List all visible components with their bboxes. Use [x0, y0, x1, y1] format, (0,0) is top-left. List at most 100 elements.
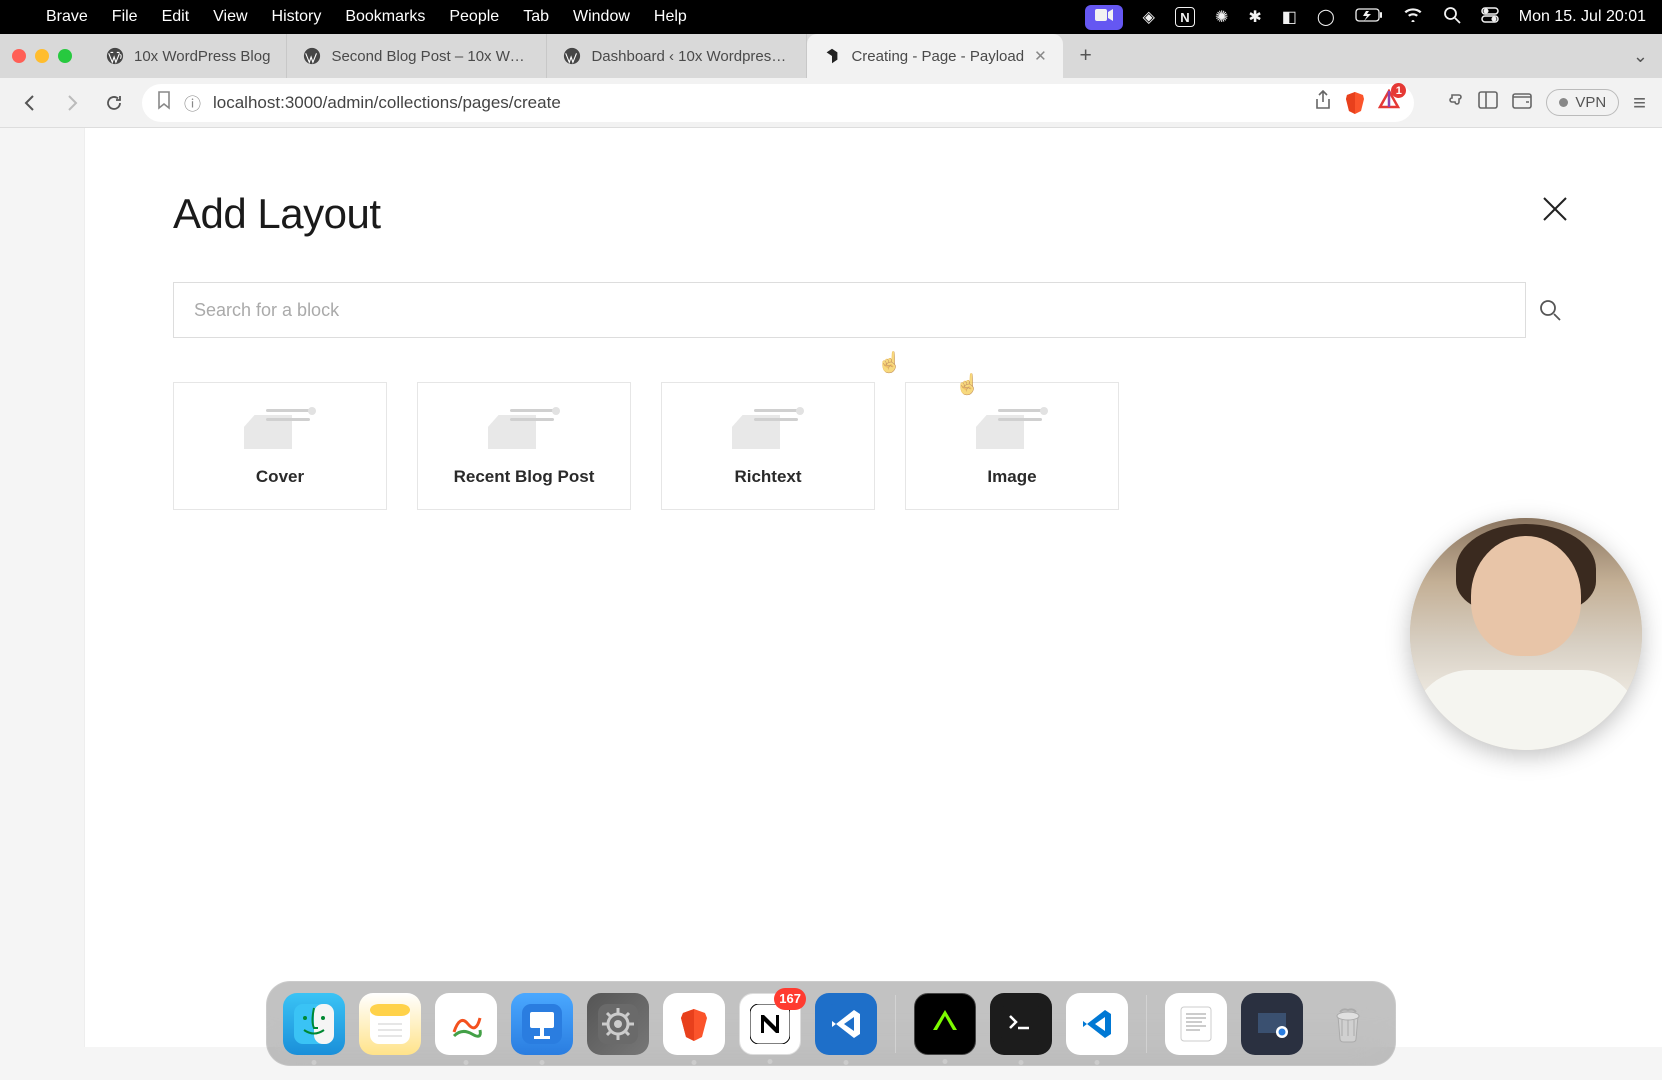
brave-rewards-icon[interactable]: 1 — [1378, 89, 1400, 116]
user-icon[interactable]: ◯ — [1317, 7, 1335, 27]
dock-notion-badge: 167 — [774, 988, 806, 1010]
tab-title: 10x WordPress Blog — [134, 48, 270, 65]
site-info-icon[interactable]: ⓘ — [184, 90, 201, 115]
dock-vscode-insiders[interactable] — [1066, 993, 1128, 1055]
browser-menu-button[interactable]: ≡ — [1633, 90, 1646, 116]
dock-notes[interactable] — [359, 993, 421, 1055]
url-text: localhost:3000/admin/collections/pages/c… — [213, 93, 1302, 113]
tab-close-button[interactable]: ✕ — [1034, 47, 1047, 65]
block-label: Recent Blog Post — [454, 467, 595, 487]
dock-separator — [895, 995, 896, 1053]
block-thumb-icon — [488, 405, 560, 449]
webcam-overlay — [1410, 518, 1642, 750]
panels-icon[interactable]: ◧ — [1282, 7, 1297, 27]
nbc-icon[interactable]: ✺ — [1215, 7, 1228, 27]
block-card-richtext[interactable]: Richtext — [661, 382, 875, 510]
spotlight-icon[interactable] — [1443, 6, 1461, 29]
menu-tab[interactable]: Tab — [523, 8, 549, 26]
dock-brave[interactable] — [663, 993, 725, 1055]
tab-title: Dashboard ‹ 10x Wordpress Blog — [591, 48, 790, 65]
block-card-image[interactable]: Image — [905, 382, 1119, 510]
tab-title: Creating - Page - Payload — [851, 48, 1024, 65]
dock-separator — [1146, 995, 1147, 1053]
extensions-icon[interactable] — [1444, 90, 1464, 116]
back-button[interactable] — [16, 89, 44, 117]
modal-title: Add Layout — [173, 190, 381, 238]
asterisk-icon[interactable]: ✱ — [1248, 7, 1261, 27]
menubar-datetime[interactable]: Mon 15. Jul 20:01 — [1519, 8, 1646, 26]
dock-notion[interactable]: 167 — [739, 993, 801, 1055]
dock-freeform[interactable] — [435, 993, 497, 1055]
menu-file[interactable]: File — [112, 8, 138, 26]
reload-button[interactable] — [100, 89, 128, 117]
window-maximize-button[interactable] — [58, 49, 72, 63]
brave-shield-icon[interactable] — [1344, 91, 1366, 115]
dock-terminal[interactable] — [990, 993, 1052, 1055]
tab-bar: 10x WordPress Blog Second Blog Post – 10… — [0, 34, 1662, 78]
payload-favicon-icon — [823, 47, 841, 65]
block-label: Richtext — [734, 467, 801, 487]
battery-icon[interactable] — [1355, 8, 1383, 27]
close-modal-button[interactable] — [1536, 190, 1574, 234]
window-close-button[interactable] — [12, 49, 26, 63]
search-button[interactable] — [1526, 299, 1574, 321]
menubar-app-name[interactable]: Brave — [46, 8, 88, 26]
vpn-label: VPN — [1575, 94, 1606, 111]
menu-people[interactable]: People — [449, 8, 499, 26]
vpn-status-dot — [1559, 98, 1568, 107]
new-tab-button[interactable]: + — [1069, 39, 1103, 73]
dock-trash[interactable] — [1317, 993, 1379, 1055]
menu-edit[interactable]: Edit — [162, 8, 190, 26]
bookmark-icon[interactable] — [156, 90, 172, 115]
dock-warp[interactable] — [914, 993, 976, 1055]
wallet-icon[interactable] — [1512, 91, 1532, 115]
block-thumb-icon — [244, 405, 316, 449]
address-bar[interactable]: ⓘ localhost:3000/admin/collections/pages… — [142, 84, 1414, 122]
wordpress-favicon-icon — [106, 47, 124, 65]
cursor-icon: ☝️ — [877, 350, 902, 375]
block-search-input[interactable] — [194, 300, 1505, 321]
block-label: Cover — [256, 467, 304, 487]
sidebar-toggle-icon[interactable] — [1478, 91, 1498, 115]
dock-preview[interactable] — [1241, 993, 1303, 1055]
screen-record-icon[interactable] — [1085, 5, 1123, 30]
dock-system-settings[interactable] — [587, 993, 649, 1055]
menu-view[interactable]: View — [213, 8, 247, 26]
tab-1[interactable]: Second Blog Post – 10x WordPres — [287, 34, 547, 78]
dock-keynote[interactable] — [511, 993, 573, 1055]
forward-button[interactable] — [58, 89, 86, 117]
block-thumb-icon — [976, 405, 1048, 449]
tab-title: Second Blog Post – 10x WordPres — [331, 48, 530, 65]
window-traffic-lights — [12, 49, 72, 63]
control-center-icon[interactable] — [1481, 7, 1499, 28]
wordpress-favicon-icon — [563, 47, 581, 65]
wifi-icon[interactable] — [1403, 7, 1423, 27]
notion-menubar-icon[interactable]: N — [1175, 7, 1195, 27]
menu-bookmarks[interactable]: Bookmarks — [345, 8, 425, 26]
rewards-badge: 1 — [1391, 83, 1406, 98]
block-card-recent-blog-post[interactable]: Recent Blog Post — [417, 382, 631, 510]
vpn-button[interactable]: VPN — [1546, 89, 1619, 116]
menu-window[interactable]: Window — [573, 8, 630, 26]
tab-2[interactable]: Dashboard ‹ 10x Wordpress Blog — [547, 34, 807, 78]
block-card-cover[interactable]: Cover — [173, 382, 387, 510]
dock-finder[interactable] — [283, 993, 345, 1055]
menu-history[interactable]: History — [272, 8, 322, 26]
tab-3-active[interactable]: Creating - Page - Payload ✕ — [807, 34, 1062, 78]
browser-toolbar: ⓘ localhost:3000/admin/collections/pages… — [0, 78, 1662, 128]
wordpress-favicon-icon — [303, 47, 321, 65]
tab-0[interactable]: 10x WordPress Blog — [90, 34, 287, 78]
block-label: Image — [987, 467, 1036, 487]
wifi-bars-icon[interactable]: ◈ — [1143, 7, 1155, 27]
tab-overflow-button[interactable]: ⌄ — [1633, 46, 1648, 67]
window-minimize-button[interactable] — [35, 49, 49, 63]
block-search-wrapper — [173, 282, 1526, 338]
dock-textedit[interactable] — [1165, 993, 1227, 1055]
menu-help[interactable]: Help — [654, 8, 687, 26]
dock-vscode[interactable] — [815, 993, 877, 1055]
sidebar-sliver — [0, 128, 85, 1047]
share-icon[interactable] — [1314, 90, 1332, 115]
block-thumb-icon — [732, 405, 804, 449]
macos-menubar: Brave File Edit View History Bookmarks P… — [0, 0, 1662, 34]
macos-dock: 167 — [266, 981, 1396, 1066]
